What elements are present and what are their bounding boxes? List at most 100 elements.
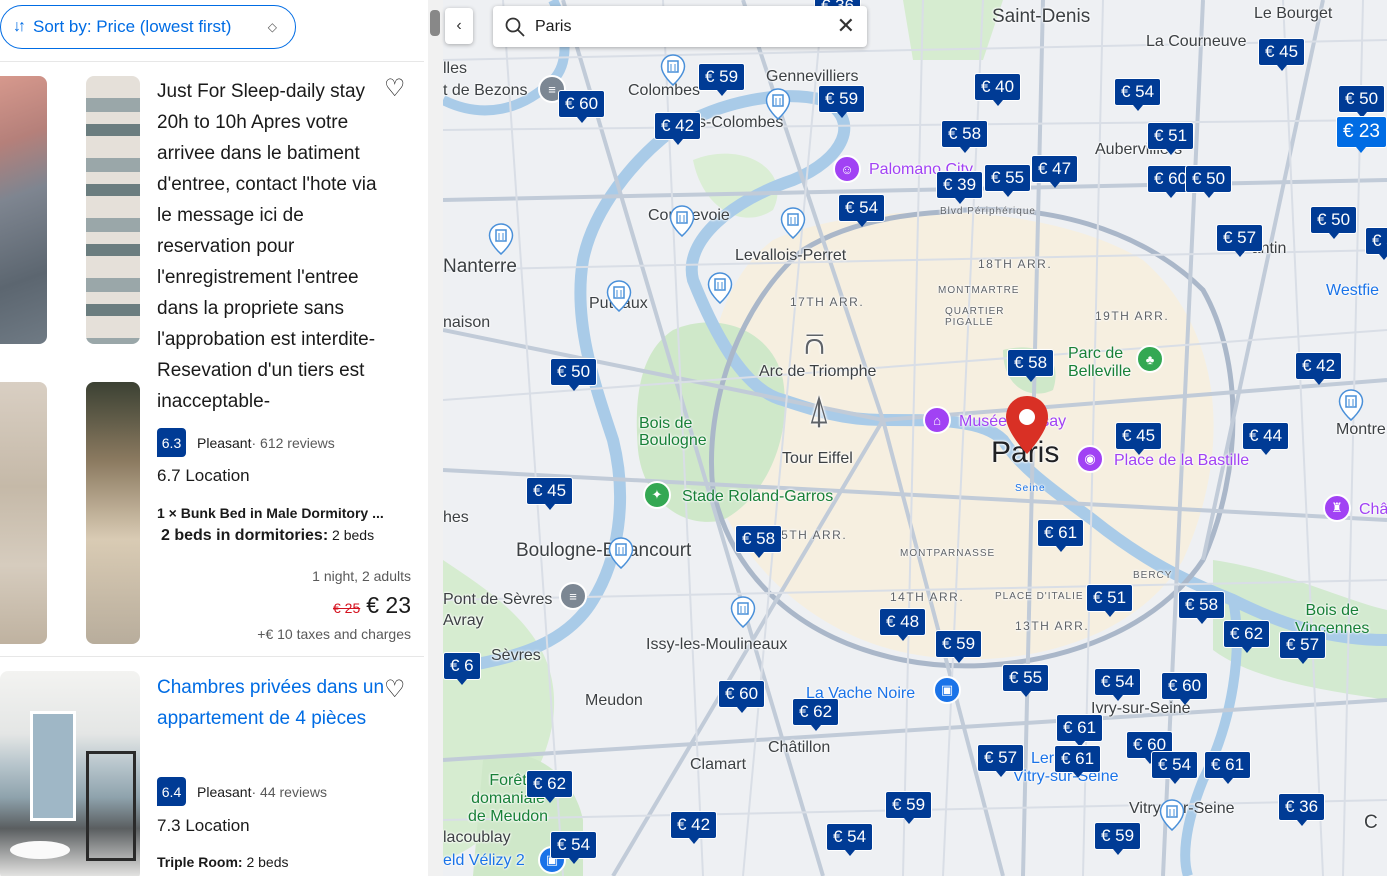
castle-icon[interactable]: ♜ <box>1323 494 1351 522</box>
poi-label: Westfie <box>1326 282 1380 299</box>
review-score: 6.4 Pleasant · 44 reviews <box>157 777 327 806</box>
place-label: La Courneuve <box>1146 33 1247 50</box>
price-pin[interactable]: € 50 <box>550 358 598 391</box>
hotel-marker-icon[interactable] <box>488 223 514 255</box>
stadium-icon[interactable]: ✦ <box>643 481 671 509</box>
price-pin[interactable]: € 51 <box>1086 584 1134 617</box>
listing-photo[interactable] <box>0 76 47 344</box>
hotel-marker-icon[interactable] <box>730 596 756 628</box>
hotel-marker-icon[interactable] <box>707 272 733 304</box>
bed-info: 2 beds in dormitories: 2 beds <box>161 527 374 545</box>
price-pin[interactable]: € 54 <box>1114 78 1162 111</box>
price-pin[interactable]: € 40 <box>974 73 1022 106</box>
listing-title[interactable]: Chambres privées dans un appartement de … <box>157 672 387 734</box>
clear-icon[interactable]: ✕ <box>837 15 855 37</box>
listing-photo[interactable] <box>0 671 140 876</box>
price-pin[interactable]: € 59 <box>818 85 866 118</box>
price-pin[interactable]: € 57 <box>1279 631 1327 664</box>
listing-title[interactable]: Just For Sleep-daily stay 20h to 10h Apr… <box>157 76 387 417</box>
price-pin[interactable]: € 42 <box>654 112 702 145</box>
hotel-marker-icon[interactable] <box>669 205 695 237</box>
price-pin[interactable]: € 44 <box>1242 422 1290 455</box>
price-pin[interactable]: € 61 <box>1056 714 1104 747</box>
price-pin[interactable]: € 59 <box>698 63 746 96</box>
hotel-marker-icon[interactable] <box>780 207 806 239</box>
amusement-park-icon[interactable]: ☺ <box>833 155 861 183</box>
price-pin[interactable]: € 42 <box>670 811 718 844</box>
price-pin[interactable]: € 58 <box>735 525 783 558</box>
price-pin[interactable]: € 55 <box>984 164 1032 197</box>
hotel-marker-icon[interactable] <box>1338 389 1364 421</box>
hotel-marker-icon[interactable] <box>660 54 686 86</box>
price-pin[interactable]: € 61 <box>1054 745 1102 778</box>
search-input[interactable] <box>535 17 815 36</box>
hotel-marker-icon[interactable] <box>1159 799 1185 831</box>
price-pin[interactable]: € 54 <box>550 831 598 864</box>
price-pin[interactable]: € 50 <box>1185 165 1233 198</box>
listing-card[interactable]: Just For Sleep-daily stay 20h to 10h Apr… <box>0 62 424 657</box>
price-pin[interactable]: € 39 <box>936 171 984 204</box>
museum-icon[interactable]: ⌂ <box>923 406 951 434</box>
price-pin[interactable]: € 62 <box>792 698 840 731</box>
sort-button[interactable]: ↓↑ Sort by: Price (lowest first) ◇ <box>0 5 296 49</box>
location-pin-icon <box>1006 396 1048 454</box>
hotel-marker-icon[interactable] <box>608 537 634 569</box>
district-label: MONTPARNASSE <box>900 548 996 559</box>
price-pin[interactable]: € 47 <box>1031 155 1079 188</box>
scrollbar[interactable] <box>428 0 443 876</box>
price-pin[interactable]: € 60 <box>718 680 766 713</box>
price-pin[interactable]: € 42 <box>1295 352 1343 385</box>
price-pin[interactable]: € 58 <box>941 120 989 153</box>
listing-photo[interactable] <box>86 76 140 344</box>
heart-icon[interactable]: ♡ <box>384 74 406 103</box>
tree-icon[interactable]: ♣ <box>1136 345 1164 373</box>
heart-icon[interactable]: ♡ <box>384 675 406 704</box>
price-pin[interactable]: € 54 <box>1094 668 1142 701</box>
listing-card[interactable]: Chambres privées dans un appartement de … <box>0 658 424 876</box>
scrollbar-thumb[interactable] <box>430 10 440 36</box>
shopping-bag-icon[interactable]: ▣ <box>933 676 961 704</box>
price-pin[interactable]: € 59 <box>885 791 933 824</box>
beds-value: 2 beds <box>328 527 375 543</box>
price-pin[interactable]: € 48 <box>879 608 927 641</box>
price-pin[interactable]: € 60 <box>558 90 606 123</box>
place-label: lacoublay <box>443 829 511 846</box>
price-pin[interactable]: € 60 <box>1161 672 1209 705</box>
price-pin[interactable]: € 54 <box>838 194 886 227</box>
price-pin[interactable]: € 57 <box>977 744 1025 777</box>
district-label: MONTMARTRE <box>938 285 1020 296</box>
price-pin[interactable]: € 58 <box>1178 591 1226 624</box>
listing-photo[interactable] <box>86 382 140 644</box>
price-pin[interactable]: € 50 <box>1338 85 1386 118</box>
hotel-marker-icon[interactable] <box>606 280 632 312</box>
place-label: Gennevilliers <box>766 68 859 85</box>
price-pin[interactable]: € 58 <box>1007 349 1055 382</box>
price-pin[interactable]: € 45 <box>526 477 574 510</box>
collapse-panel-button[interactable]: ‹ <box>445 8 473 44</box>
price-pin[interactable]: € 61 <box>1204 751 1252 784</box>
price-pin[interactable]: € 54 <box>1151 751 1199 784</box>
price-pin[interactable]: € 5 <box>1365 227 1387 260</box>
price-pin[interactable]: € 36 <box>1278 793 1326 826</box>
price-pin[interactable]: € 45 <box>1258 38 1306 71</box>
price-pin[interactable]: € 59 <box>1094 822 1142 855</box>
price-pin[interactable]: € 45 <box>1115 422 1163 455</box>
price-pin[interactable]: € 55 <box>1002 664 1050 697</box>
listing-photo[interactable] <box>0 382 47 644</box>
camera-icon[interactable]: ◉ <box>1076 445 1104 473</box>
price-pin[interactable]: € 57 <box>1216 224 1264 257</box>
price-pin[interactable]: € 6 <box>443 652 481 685</box>
price-pin[interactable]: € 59 <box>935 630 983 663</box>
bridge-icon[interactable]: ≡ <box>559 582 587 610</box>
price-pin[interactable]: € 51 <box>1147 122 1195 155</box>
price-pin-selected[interactable]: € 23 <box>1336 116 1387 153</box>
map-search-box[interactable]: ✕ <box>493 6 867 47</box>
map[interactable]: Saint-Denis Le Bourget La Courneuve Genn… <box>443 0 1387 876</box>
price-pin[interactable]: € 62 <box>526 770 574 803</box>
price-pin[interactable]: € 50 <box>1310 206 1358 239</box>
place-label: Meudon <box>585 692 643 709</box>
hotel-marker-icon[interactable] <box>765 88 791 120</box>
price-pin[interactable]: € 54 <box>826 823 874 856</box>
price-pin[interactable]: € 62 <box>1223 620 1271 653</box>
price-pin[interactable]: € 61 <box>1037 519 1085 552</box>
